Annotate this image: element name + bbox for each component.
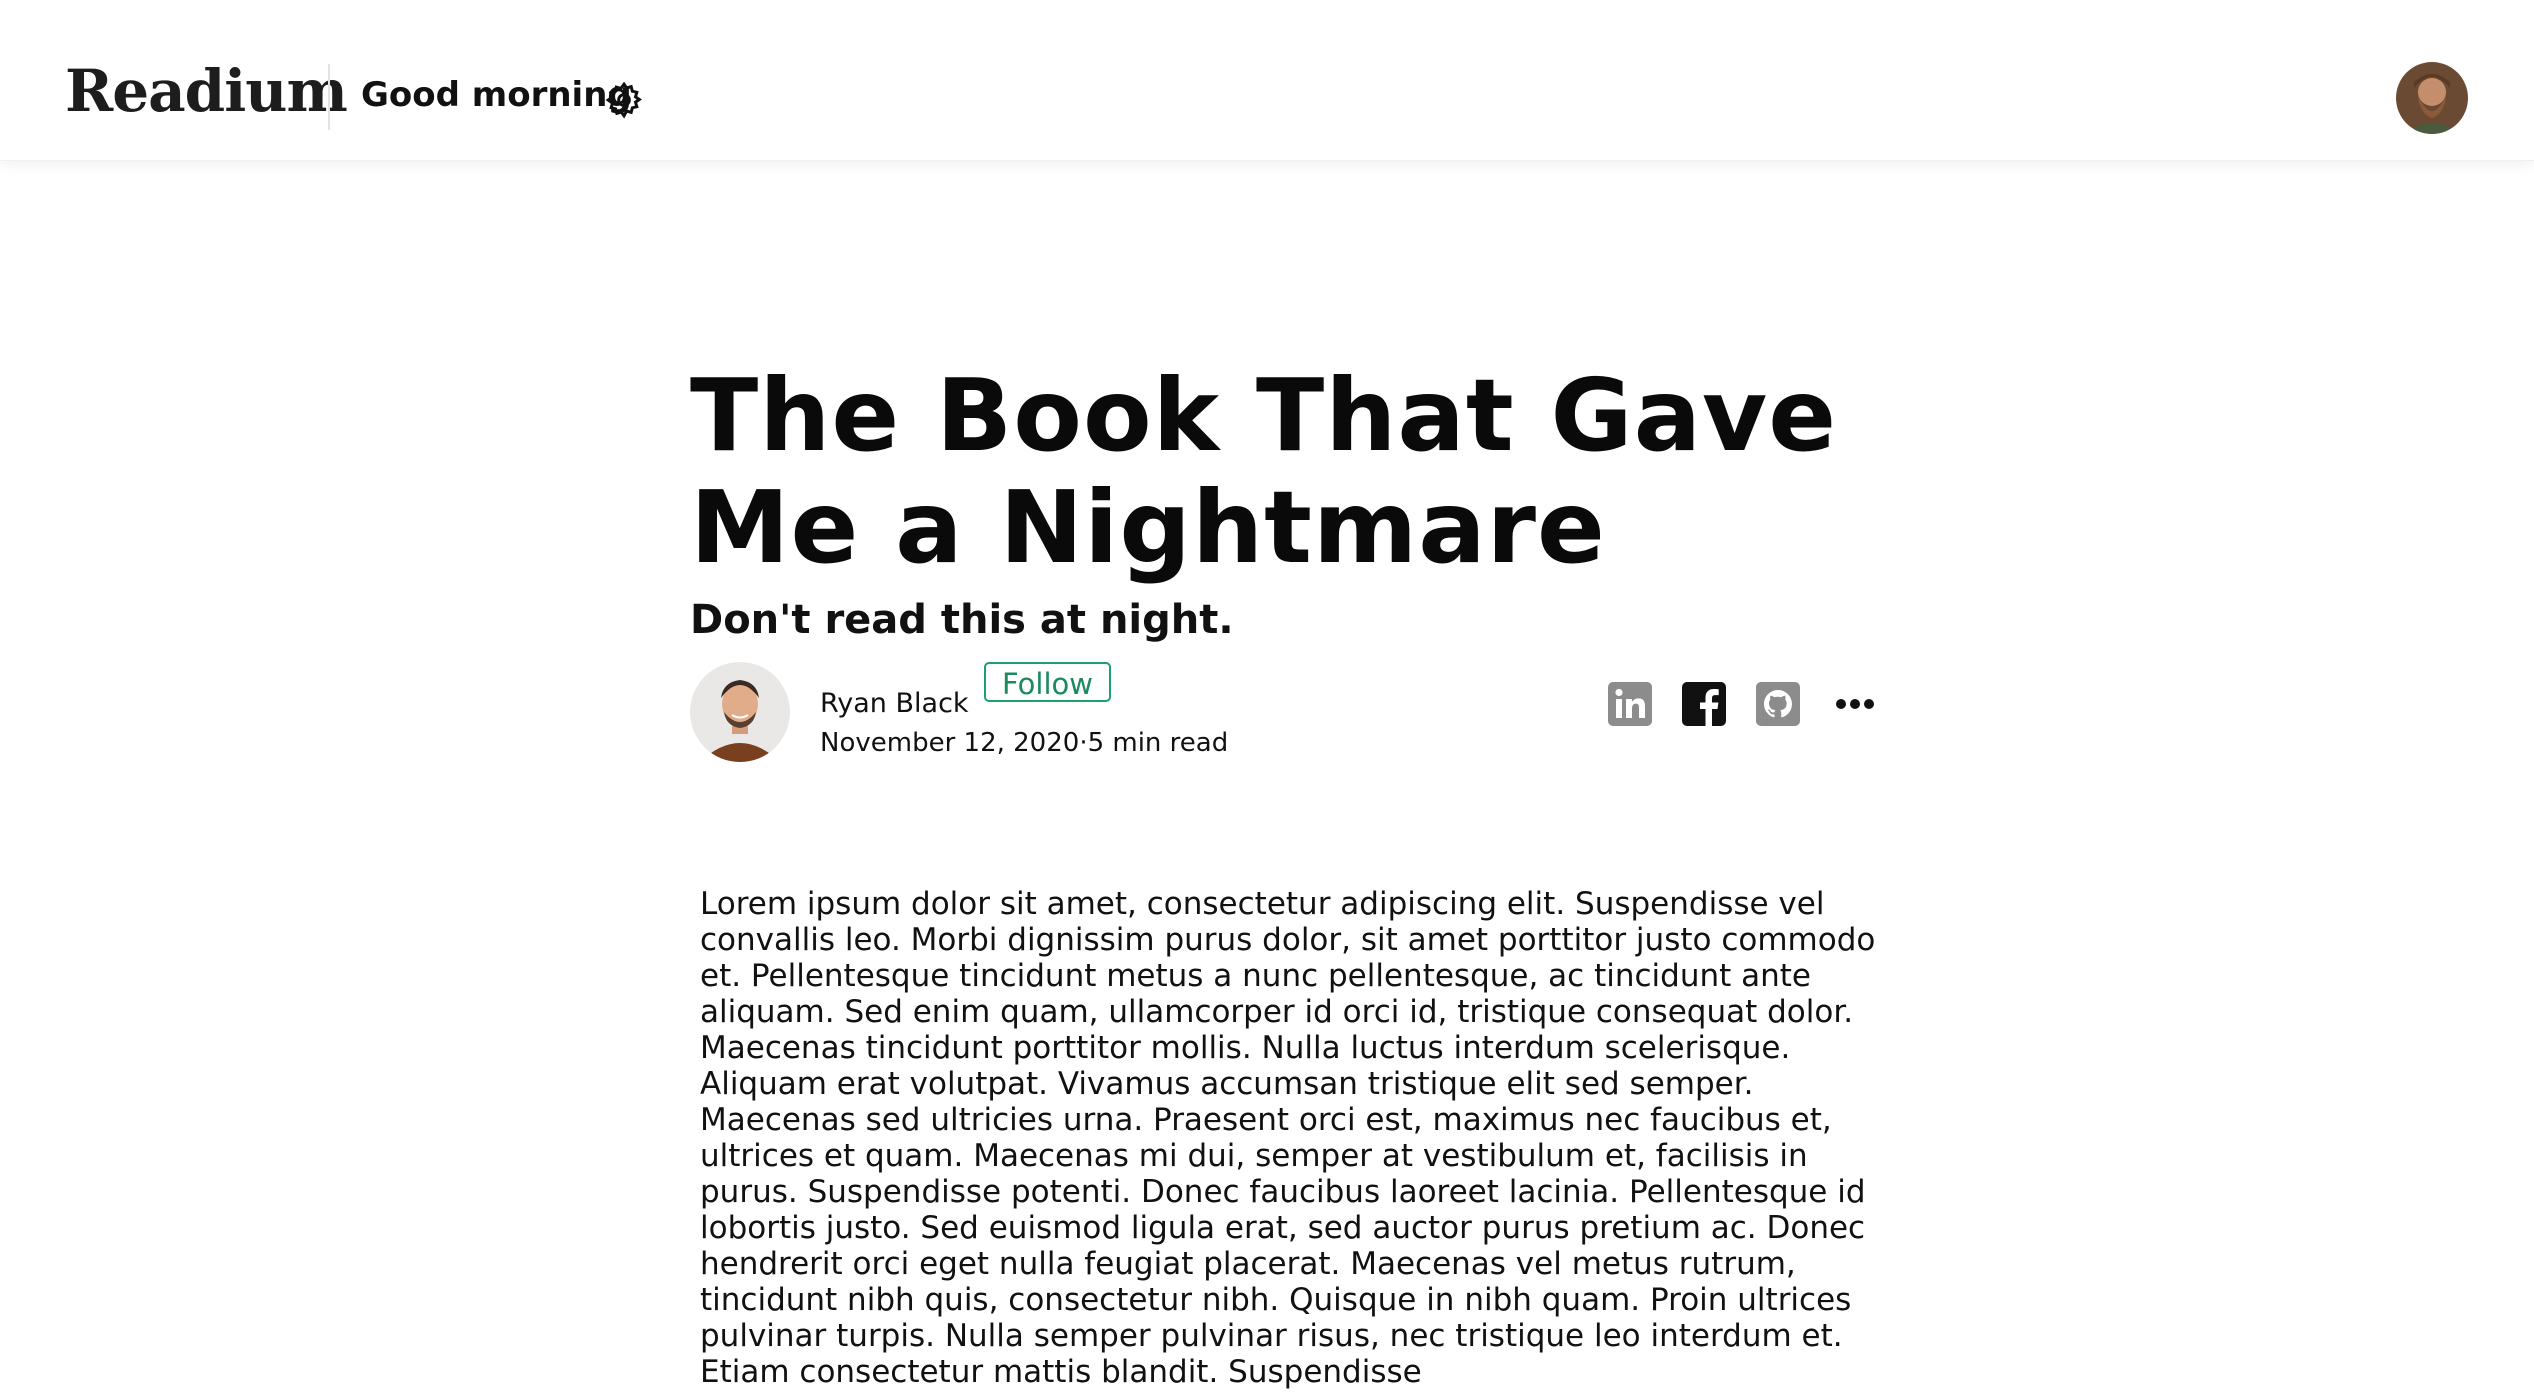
github-icon[interactable]: [1756, 682, 1800, 726]
meta-separator: ·: [1079, 728, 1088, 758]
author-name[interactable]: Ryan Black: [820, 688, 969, 719]
top-navbar: Readium Good morning: [0, 0, 2534, 161]
author-avatar[interactable]: [690, 662, 790, 762]
article-body: Lorem ipsum dolor sit amet, consectetur …: [700, 886, 1876, 1390]
article: The Book That Gave Me a Nightmare Don't …: [690, 360, 1880, 1390]
user-avatar[interactable]: [2396, 62, 2468, 134]
more-icon[interactable]: [1830, 682, 1880, 726]
read-time: 5 min read: [1087, 728, 1229, 758]
navbar-divider: [328, 64, 330, 130]
article-title: The Book That Gave Me a Nightmare: [690, 357, 1838, 586]
share-icons: [1608, 682, 1880, 726]
greeting-text: Good morning: [361, 75, 632, 115]
author-row: Ryan Black Follow November 12, 2020·5 mi…: [690, 662, 1880, 764]
follow-button[interactable]: Follow: [984, 662, 1111, 702]
brand-logo[interactable]: Readium: [65, 62, 348, 120]
publish-date: November 12, 2020: [820, 728, 1080, 758]
gear-icon[interactable]: [604, 80, 644, 120]
facebook-icon[interactable]: [1682, 682, 1726, 726]
linkedin-icon[interactable]: [1608, 682, 1652, 726]
article-subtitle: Don't read this at night.: [690, 597, 1234, 643]
article-meta: November 12, 2020·5 min read: [820, 728, 1228, 758]
